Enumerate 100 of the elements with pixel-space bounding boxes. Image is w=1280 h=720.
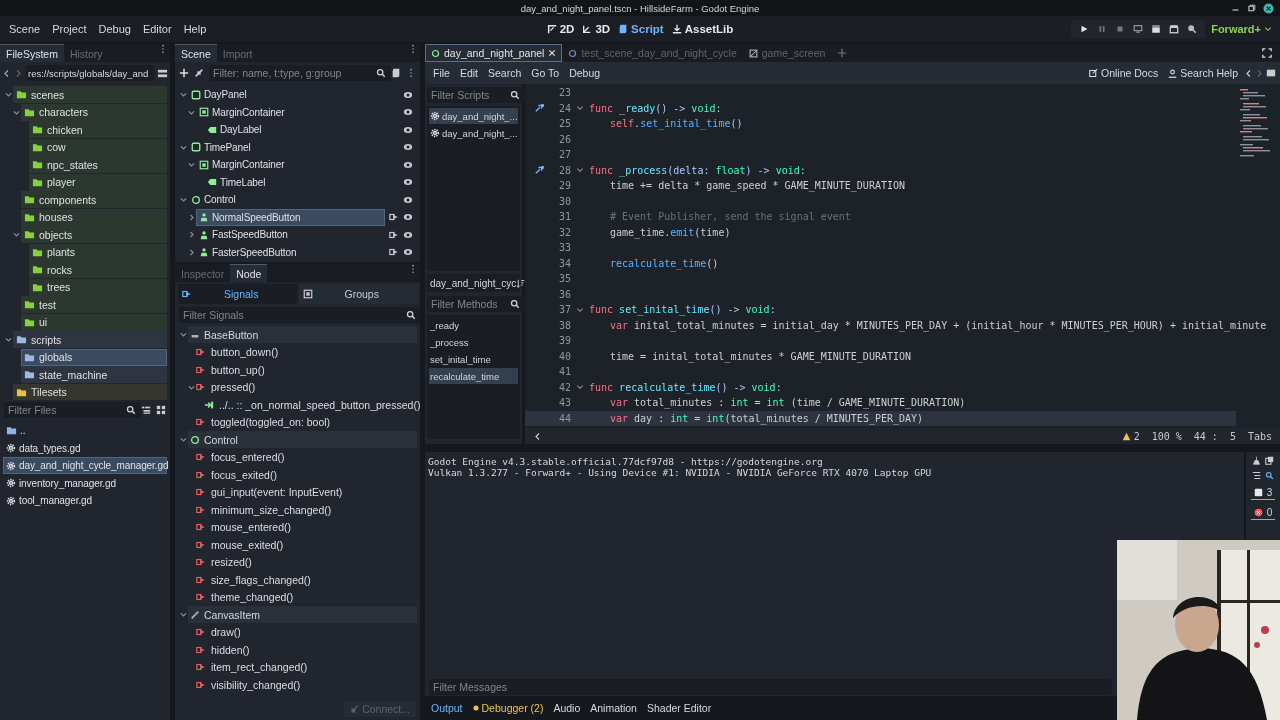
connection-item[interactable]: ../.. :: _on_normal_speed_button_pressed() xyxy=(204,396,420,414)
eye-icon[interactable] xyxy=(403,142,413,153)
eye-icon[interactable] xyxy=(403,89,413,100)
restore-icon[interactable] xyxy=(1247,3,1256,13)
signal-item[interactable]: pressed() xyxy=(196,378,417,396)
list-icon[interactable] xyxy=(141,405,151,415)
signal-item[interactable]: button_up() xyxy=(196,361,417,379)
menu-item[interactable]: Go To xyxy=(527,67,564,79)
tree-item[interactable]: MarginContainer xyxy=(196,156,399,174)
panel-tab[interactable]: Debugger (2) xyxy=(468,700,548,716)
link-icon[interactable] xyxy=(194,68,204,78)
folder-item[interactable]: components xyxy=(21,191,167,209)
filter-field[interactable]: Filter Files xyxy=(4,402,141,418)
tree-item[interactable]: TimePanel xyxy=(188,138,399,156)
back-icon[interactable] xyxy=(2,68,11,78)
menu-item[interactable]: Editor xyxy=(137,21,177,37)
menu-item[interactable]: File xyxy=(429,67,454,79)
warning-count[interactable]: 2 xyxy=(1121,430,1140,442)
panel-tab[interactable]: Output xyxy=(427,700,467,716)
signal-item[interactable]: size_flags_changed() xyxy=(196,571,417,589)
tree-item[interactable]: FasterSpeedButton xyxy=(196,243,385,261)
folder-item[interactable]: scripts xyxy=(13,331,167,349)
filter-field[interactable]: Filter Messages xyxy=(429,679,1112,695)
caret-icon[interactable] xyxy=(3,335,13,345)
folder-item[interactable]: test xyxy=(21,296,167,314)
layout-icon[interactable] xyxy=(157,67,168,79)
scroll-left-icon[interactable] xyxy=(533,431,542,441)
signal-item[interactable]: minimum_size_changed() xyxy=(196,501,417,519)
signal-item[interactable]: button_down() xyxy=(196,343,417,361)
tree-item[interactable]: MarginContainer xyxy=(196,103,399,121)
menu-item[interactable]: Search xyxy=(484,67,526,79)
script-icon[interactable] xyxy=(391,68,401,78)
eye-icon[interactable] xyxy=(403,177,413,188)
signal-item[interactable]: theme_changed() xyxy=(196,588,417,606)
grid-icon[interactable] xyxy=(156,405,166,415)
method-item[interactable]: _ready xyxy=(429,317,518,333)
error-filter[interactable]: 0 xyxy=(1250,506,1276,520)
document-tab[interactable]: day_and_night_panel xyxy=(425,44,563,62)
renderer-dropdown[interactable]: Forward+ xyxy=(1211,23,1276,35)
script-item[interactable]: day_and_night_... xyxy=(429,125,518,141)
menu-item[interactable]: Project xyxy=(47,21,92,37)
caret-icon[interactable] xyxy=(178,195,188,205)
fold-icon[interactable] xyxy=(576,383,584,392)
list-icon[interactable] xyxy=(1252,471,1261,480)
caret-icon[interactable] xyxy=(11,230,21,240)
menu-item[interactable]: Scene xyxy=(4,21,46,37)
eye-icon[interactable] xyxy=(403,247,413,258)
monitor-icon[interactable] xyxy=(1133,24,1144,34)
signal-item[interactable]: visibility_changed() xyxy=(196,676,417,694)
method-item[interactable]: recalculate_time xyxy=(429,368,518,384)
filesystem-entry[interactable]: day_and_night_cycle_manager.gd xyxy=(3,457,167,475)
signal-item[interactable]: resized() xyxy=(196,553,417,571)
sort-icon[interactable] xyxy=(516,278,526,288)
folder-item[interactable]: npc_states xyxy=(29,156,167,174)
caret-icon[interactable] xyxy=(178,330,188,340)
tree-item[interactable]: NormalSpeedButton xyxy=(196,208,385,226)
tree-item[interactable]: TimeLabel xyxy=(204,173,399,191)
menu-item[interactable]: Debug xyxy=(93,21,136,37)
panel-tab[interactable]: Audio xyxy=(549,700,585,716)
signal-item[interactable]: mouse_entered() xyxy=(196,518,417,536)
dock-tab[interactable]: Node xyxy=(230,264,268,282)
folder-item[interactable]: objects xyxy=(21,226,167,244)
eye-icon[interactable] xyxy=(403,229,413,240)
folder-item[interactable]: trees xyxy=(29,278,167,296)
signal-item[interactable]: draw() xyxy=(196,623,417,641)
folder-item[interactable]: chicken xyxy=(29,121,167,139)
signal-item[interactable]: item_rect_changed() xyxy=(196,658,417,676)
folder-item[interactable]: globals xyxy=(21,348,167,366)
menu-item[interactable]: Help xyxy=(178,21,212,37)
class-header[interactable]: CanvasItem xyxy=(188,606,417,624)
signal-item[interactable]: focus_exited() xyxy=(196,466,417,484)
dock-tab[interactable]: Scene xyxy=(175,44,217,62)
help-link[interactable]: Search Help xyxy=(1164,67,1242,79)
mode-tab[interactable]: Signals xyxy=(178,284,297,304)
filesystem-entry[interactable]: .. xyxy=(3,422,167,440)
folder-item[interactable]: plants xyxy=(29,243,167,261)
fold-icon[interactable] xyxy=(576,166,584,175)
folder-item[interactable]: ui xyxy=(21,313,167,331)
filter-field[interactable]: Filter Signals xyxy=(179,307,420,323)
caret-icon[interactable] xyxy=(178,610,188,620)
signal-item[interactable]: mouse_exited() xyxy=(196,536,417,554)
signal-item[interactable]: toggled(toggled_on: bool) xyxy=(196,413,417,431)
fold-icon[interactable] xyxy=(576,104,584,113)
stop-icon[interactable] xyxy=(1115,24,1126,34)
class-header[interactable]: Control xyxy=(188,431,417,449)
tree-item[interactable]: FastSpeedButton xyxy=(196,226,385,244)
method-item[interactable]: set_inital_time xyxy=(429,351,518,367)
search-icon[interactable] xyxy=(1265,471,1274,480)
dock-tab[interactable]: FileSystem xyxy=(0,44,64,62)
class-header[interactable]: BaseButton xyxy=(188,326,417,344)
caret-icon[interactable] xyxy=(178,90,188,100)
tree-item[interactable]: DayPanel xyxy=(188,86,399,104)
filesystem-entry[interactable]: tool_manager.gd xyxy=(3,492,167,510)
fullscreen-icon[interactable] xyxy=(1262,48,1272,58)
caret-icon[interactable] xyxy=(178,435,188,445)
tree-item[interactable]: Control xyxy=(188,191,399,209)
folder-item[interactable]: scenes xyxy=(13,86,167,104)
eye-icon[interactable] xyxy=(403,212,413,223)
panel-toggle-icon[interactable] xyxy=(1266,68,1276,78)
filter-field[interactable]: Filter Scripts xyxy=(427,86,525,103)
